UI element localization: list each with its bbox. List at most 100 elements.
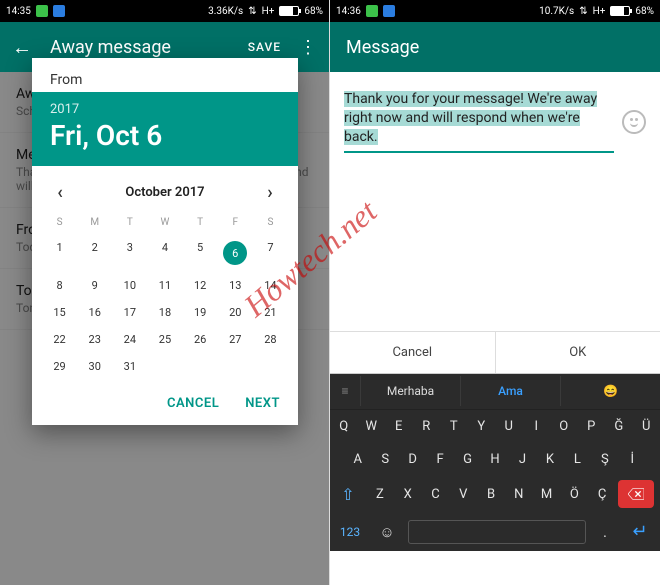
key[interactable]: G — [454, 443, 481, 476]
calendar-day[interactable]: 4 — [147, 234, 182, 272]
backspace-key[interactable] — [618, 480, 654, 508]
key[interactable]: S — [371, 443, 398, 476]
key[interactable]: Ç — [588, 478, 616, 511]
calendar-day[interactable]: 7 — [253, 234, 288, 272]
save-button[interactable]: SAVE — [248, 40, 281, 54]
key[interactable]: Z — [366, 478, 394, 511]
key[interactable]: K — [536, 443, 563, 476]
key[interactable]: T — [440, 410, 468, 443]
key[interactable]: Y — [468, 410, 496, 443]
period-key[interactable]: . — [590, 523, 620, 541]
calendar-day[interactable]: 5 — [183, 234, 218, 272]
cancel-button[interactable]: Cancel — [330, 332, 496, 373]
calendar-day[interactable]: 12 — [183, 272, 218, 299]
key[interactable]: Ü — [633, 410, 660, 443]
net-speed: 10.7K/s — [539, 6, 574, 17]
key[interactable]: X — [394, 478, 422, 511]
calendar-day[interactable]: 6 — [218, 234, 253, 272]
calendar-day[interactable]: 27 — [218, 326, 253, 353]
emoji-key[interactable]: ☺ — [370, 523, 404, 541]
message-input[interactable]: Thank you for your message! We're away r… — [344, 90, 614, 153]
notif-icon — [383, 5, 395, 17]
status-time: 14:36 — [336, 6, 361, 17]
calendar-day[interactable]: 2 — [77, 234, 112, 272]
back-icon[interactable]: ← — [12, 35, 32, 60]
numbers-key[interactable]: 123 — [330, 525, 370, 539]
calendar-day[interactable]: 10 — [112, 272, 147, 299]
key[interactable]: A — [344, 443, 371, 476]
key[interactable]: L — [564, 443, 591, 476]
key[interactable]: Ğ — [605, 410, 633, 443]
calendar-day[interactable]: 28 — [253, 326, 288, 353]
keyboard-menu-icon[interactable]: ≡ — [330, 384, 360, 398]
calendar-day[interactable]: 11 — [147, 272, 182, 299]
suggestion[interactable]: Merhaba — [360, 376, 460, 406]
next-month-icon[interactable]: › — [260, 182, 280, 203]
key[interactable]: B — [477, 478, 505, 511]
space-key[interactable] — [408, 520, 586, 544]
more-icon[interactable]: ⋮ — [299, 37, 317, 58]
ok-button[interactable]: OK — [496, 332, 660, 373]
notif-icon — [36, 5, 48, 17]
key[interactable]: N — [505, 478, 533, 511]
calendar-day[interactable]: 20 — [218, 299, 253, 326]
notif-icon — [53, 5, 65, 17]
key[interactable]: Q — [330, 410, 358, 443]
key[interactable]: R — [413, 410, 441, 443]
calendar-day[interactable]: 31 — [112, 353, 147, 380]
calendar-day[interactable]: 23 — [77, 326, 112, 353]
date-picker-dialog: From 2017 Fri, Oct 6 ‹ October 2017 › SM… — [32, 58, 298, 425]
prev-month-icon[interactable]: ‹ — [50, 182, 70, 203]
right-screenshot: 14:36 10.7K/s ⇅ H+ 68% Message Thank you… — [330, 0, 660, 585]
calendar-day[interactable]: 21 — [253, 299, 288, 326]
suggestion[interactable]: 😄 — [560, 376, 660, 406]
soft-keyboard: ≡ Merhaba Ama 😄 QWERTYUIOPĞÜ ASDFGHJKLŞİ… — [330, 374, 660, 551]
battery-icon — [610, 6, 630, 16]
calendar-day[interactable]: 29 — [42, 353, 77, 380]
selected-date[interactable]: Fri, Oct 6 — [50, 119, 280, 152]
calendar-day[interactable]: 13 — [218, 272, 253, 299]
key[interactable]: V — [449, 478, 477, 511]
enter-key[interactable]: ↵ — [620, 521, 660, 542]
key[interactable]: J — [509, 443, 536, 476]
key[interactable]: O — [550, 410, 578, 443]
calendar-day[interactable]: 22 — [42, 326, 77, 353]
calendar-day[interactable]: 19 — [183, 299, 218, 326]
key[interactable]: M — [533, 478, 561, 511]
key[interactable]: W — [358, 410, 386, 443]
calendar-day[interactable]: 15 — [42, 299, 77, 326]
key[interactable]: F — [426, 443, 453, 476]
suggestion[interactable]: Ama — [460, 376, 560, 406]
dow-label: M — [77, 211, 112, 234]
key[interactable]: E — [385, 410, 413, 443]
calendar-day[interactable]: 26 — [183, 326, 218, 353]
calendar-day[interactable]: 16 — [77, 299, 112, 326]
year-label[interactable]: 2017 — [50, 102, 280, 117]
shift-key[interactable]: ⇧ — [330, 476, 366, 513]
calendar-day[interactable]: 14 — [253, 272, 288, 299]
calendar-day[interactable]: 30 — [77, 353, 112, 380]
calendar-day[interactable]: 25 — [147, 326, 182, 353]
calendar-day[interactable]: 1 — [42, 234, 77, 272]
key[interactable]: I — [523, 410, 551, 443]
cancel-button[interactable]: CANCEL — [167, 396, 219, 411]
key[interactable]: Ş — [591, 443, 618, 476]
calendar-day[interactable]: 18 — [147, 299, 182, 326]
key[interactable]: H — [481, 443, 508, 476]
calendar-day[interactable]: 9 — [77, 272, 112, 299]
key[interactable]: C — [422, 478, 450, 511]
next-button[interactable]: NEXT — [245, 396, 280, 411]
dow-label: S — [42, 211, 77, 234]
calendar-day[interactable]: 17 — [112, 299, 147, 326]
calendar-day[interactable]: 8 — [42, 272, 77, 299]
key[interactable]: Ö — [560, 478, 588, 511]
key[interactable]: U — [495, 410, 523, 443]
battery-pct: 68% — [304, 6, 323, 17]
emoji-icon[interactable] — [622, 110, 646, 134]
key[interactable]: P — [578, 410, 606, 443]
app-bar: Message — [330, 22, 660, 72]
key[interactable]: D — [399, 443, 426, 476]
calendar-day[interactable]: 3 — [112, 234, 147, 272]
calendar-day[interactable]: 24 — [112, 326, 147, 353]
key[interactable]: İ — [619, 443, 646, 476]
